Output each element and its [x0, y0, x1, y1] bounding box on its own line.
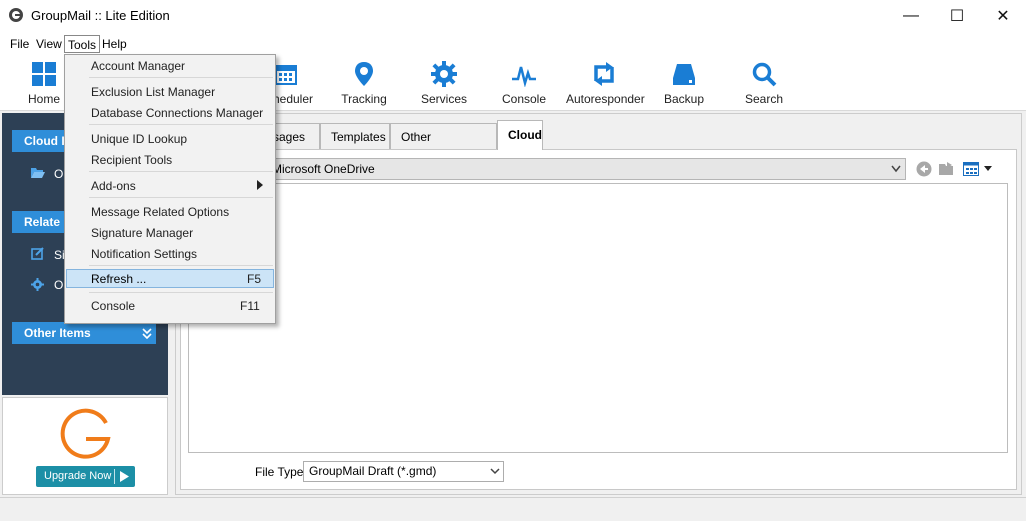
- menu-item-exclusion-list[interactable]: Exclusion List Manager: [91, 85, 215, 99]
- menu-separator: [89, 124, 273, 125]
- file-type-select[interactable]: GroupMail Draft (*.gmd): [303, 461, 504, 482]
- menu-tools[interactable]: Tools: [64, 35, 101, 53]
- sidebar-head-other-label: Other Items: [24, 326, 91, 340]
- file-type-label: File Type:: [255, 465, 307, 479]
- folder-open-icon: [31, 168, 45, 178]
- tab-cloud[interactable]: Cloud: [497, 120, 543, 150]
- menu-item-db-connections[interactable]: Database Connections Manager: [91, 106, 263, 120]
- services-button[interactable]: Services: [406, 58, 482, 108]
- file-type-chevron-icon[interactable]: [490, 468, 500, 475]
- pulse-icon: [512, 66, 536, 87]
- view-grid-icon[interactable]: [963, 162, 979, 176]
- window-title: GroupMail :: Lite Edition: [31, 8, 170, 23]
- search-icon: [752, 62, 777, 87]
- tab-other-documents[interactable]: Other Documents: [390, 123, 497, 170]
- menu-item-unique-id-lookup[interactable]: Unique ID Lookup: [91, 132, 187, 146]
- sync-arrows-icon: [594, 62, 614, 86]
- hard-drive-icon: [673, 64, 695, 85]
- cloud-location-select[interactable]: Microsoft OneDrive: [265, 158, 906, 180]
- gear-small-icon: [31, 278, 44, 291]
- menu-separator: [89, 77, 273, 78]
- close-button[interactable]: ✕: [980, 0, 1026, 32]
- autoresponder-label: Autoresponder: [566, 92, 645, 106]
- cloud-file-list[interactable]: [188, 183, 1008, 453]
- menu-separator: [89, 265, 273, 266]
- groupmail-logo-icon: [60, 408, 111, 459]
- folder-icon[interactable]: [938, 161, 956, 177]
- file-type-value: GroupMail Draft (*.gmd): [309, 464, 437, 478]
- double-chevron-down-icon[interactable]: [142, 328, 152, 339]
- console-button[interactable]: Console: [486, 58, 562, 108]
- play-arrow-icon: [120, 471, 129, 482]
- upgrade-now-button[interactable]: Upgrade Now: [36, 466, 135, 487]
- menu-item-console[interactable]: Console: [91, 299, 135, 313]
- menu-item-refresh-shortcut: F5: [247, 272, 262, 286]
- menu-item-refresh-label: Refresh ...: [91, 272, 147, 286]
- sidebar-item-related-2[interactable]: O: [54, 278, 63, 292]
- tab-templates[interactable]: Templates: [320, 123, 390, 149]
- sidebar-item-cloud[interactable]: O: [54, 167, 63, 181]
- console-label: Console: [501, 92, 547, 106]
- windows-grid-icon: [32, 62, 56, 86]
- calendar-icon: [275, 65, 297, 85]
- title-bar: GroupMail :: Lite Edition — ☐ ✕: [0, 0, 1026, 32]
- menu-file[interactable]: File: [7, 35, 32, 53]
- menu-item-account-manager[interactable]: Account Manager: [91, 59, 185, 73]
- tools-dropdown-menu: Account Manager Exclusion List Manager D…: [64, 54, 276, 324]
- search-label: Search: [744, 92, 784, 106]
- chevron-down-icon[interactable]: [891, 165, 901, 173]
- maximize-button[interactable]: ☐: [934, 0, 980, 32]
- menu-item-refresh[interactable]: Refresh ... F5: [66, 269, 274, 288]
- tracking-button[interactable]: Tracking: [326, 58, 402, 108]
- menu-bar: File View Tools Help: [0, 32, 1026, 54]
- status-bar: [0, 497, 1026, 521]
- upgrade-now-label: Upgrade Now: [44, 470, 112, 482]
- submenu-arrow-icon: [257, 180, 263, 190]
- backup-button[interactable]: Backup: [646, 58, 722, 108]
- menu-item-signature-manager[interactable]: Signature Manager: [91, 226, 193, 240]
- menu-item-message-options[interactable]: Message Related Options: [91, 205, 229, 219]
- back-arrow-icon[interactable]: [916, 161, 932, 177]
- search-button[interactable]: Search: [726, 58, 802, 108]
- menu-help[interactable]: Help: [99, 35, 130, 53]
- menu-item-recipient-tools[interactable]: Recipient Tools: [91, 153, 172, 167]
- menu-separator: [89, 292, 273, 293]
- location-pin-icon: [355, 62, 373, 86]
- tracking-label: Tracking: [341, 92, 387, 106]
- services-label: Services: [420, 92, 467, 106]
- menu-separator: [89, 197, 273, 198]
- sidebar-head-other[interactable]: Other Items: [12, 322, 156, 344]
- minimize-button[interactable]: —: [888, 0, 934, 32]
- edit-icon: [31, 247, 44, 260]
- menu-item-notification-settings[interactable]: Notification Settings: [91, 247, 197, 261]
- app-logo-icon: [9, 8, 23, 22]
- backup-label: Backup: [663, 92, 705, 106]
- caret-down-icon[interactable]: [984, 166, 992, 171]
- menu-item-addons[interactable]: Add-ons: [91, 179, 136, 193]
- menu-view[interactable]: View: [33, 35, 65, 53]
- upgrade-divider: [114, 469, 115, 484]
- cloud-location-value: Microsoft OneDrive: [272, 162, 375, 176]
- autoresponder-button[interactable]: Autoresponder: [566, 58, 645, 108]
- gear-icon: [431, 61, 457, 87]
- menu-separator: [89, 171, 273, 172]
- menu-item-console-shortcut: F11: [240, 299, 260, 313]
